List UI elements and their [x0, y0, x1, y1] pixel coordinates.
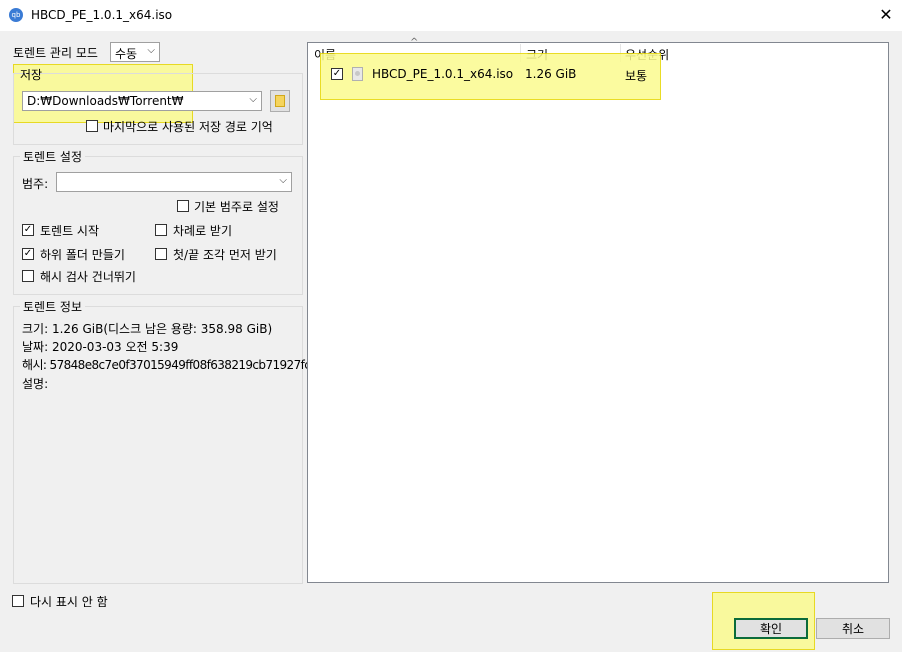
- file-list[interactable]: [307, 42, 889, 583]
- chevron-down-icon: ⌵: [279, 175, 287, 186]
- close-icon[interactable]: ✕: [876, 4, 896, 26]
- cancel-button[interactable]: 취소: [816, 618, 890, 639]
- save-group-title: 저장: [20, 68, 43, 82]
- skip-hash-checkbox[interactable]: [22, 270, 34, 282]
- info-description: 설명:: [22, 377, 49, 391]
- management-mode-select[interactable]: 수동 ⌵: [110, 42, 160, 62]
- ok-button[interactable]: 확인: [734, 618, 808, 639]
- chevron-down-icon: ⌵: [147, 45, 155, 56]
- dont-show-again-label: 다시 표시 안 함: [30, 595, 108, 609]
- window-title: HBCD_PE_1.0.1_x64.iso: [31, 8, 173, 22]
- save-path-value: D:₩Downloads₩Torrent₩: [27, 94, 184, 108]
- skip-hash-label: 해시 검사 건너뛰기: [40, 270, 136, 284]
- file-size: 1.26 GiB: [525, 67, 577, 81]
- disc-icon: [355, 71, 360, 76]
- start-torrent-checkbox[interactable]: ✓: [22, 224, 34, 236]
- disc-image-file-icon: [352, 67, 363, 81]
- torrent-settings-title: 토렌트 설정: [20, 148, 86, 165]
- subfolder-label: 하위 폴더 만들기: [40, 248, 125, 262]
- first-last-label: 첫/끝 조각 먼저 받기: [173, 248, 277, 262]
- management-mode-value: 수동: [115, 47, 138, 61]
- remember-path-checkbox[interactable]: [86, 120, 98, 132]
- subfolder-checkbox[interactable]: ✓: [22, 248, 34, 260]
- file-checkbox[interactable]: ✓: [331, 68, 343, 80]
- management-mode-label: 토렌트 관리 모드: [13, 46, 98, 60]
- info-date: 날짜: 2020-03-03 오전 5:39: [22, 340, 179, 354]
- category-combo[interactable]: ⌵: [56, 172, 292, 192]
- sequential-label: 차례로 받기: [173, 224, 233, 238]
- info-size: 크기: 1.26 GiB(디스크 남은 용량: 358.98 GiB): [22, 322, 273, 336]
- file-name: HBCD_PE_1.0.1_x64.iso: [372, 67, 514, 81]
- file-priority[interactable]: 보통: [625, 67, 647, 84]
- category-label: 범주:: [22, 177, 49, 191]
- qbittorrent-app-icon: qb: [9, 8, 23, 22]
- first-last-checkbox[interactable]: [155, 248, 167, 260]
- sequential-checkbox[interactable]: [155, 224, 167, 236]
- torrent-info-title: 토렌트 정보: [20, 298, 86, 315]
- dont-show-again-checkbox[interactable]: [12, 595, 24, 607]
- chevron-down-icon: ⌵: [249, 94, 257, 105]
- sort-ascending-icon: ^: [410, 37, 419, 48]
- save-path-combo[interactable]: D:₩Downloads₩Torrent₩ ⌵: [22, 91, 262, 111]
- browse-folder-button[interactable]: [270, 90, 290, 112]
- remember-path-label: 마지막으로 사용된 저장 경로 기억: [103, 120, 273, 134]
- info-hash: 해시: 57848e8c7e0f37015949ff08f638219cb719…: [22, 358, 311, 372]
- default-category-checkbox[interactable]: [177, 200, 189, 212]
- start-torrent-label: 토렌트 시작: [40, 224, 100, 238]
- default-category-label: 기본 범주로 설정: [194, 200, 279, 214]
- folder-icon: [275, 95, 285, 107]
